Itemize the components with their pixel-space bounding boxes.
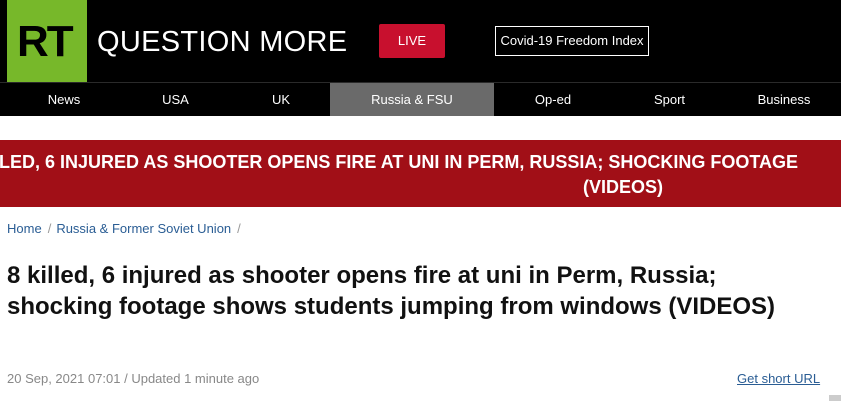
covid-freedom-index-button[interactable]: Covid-19 Freedom Index: [495, 26, 649, 56]
breaking-news-line-2: (VIDEOS): [583, 177, 664, 197]
breadcrumb-russia-link[interactable]: Russia & Former Soviet Union: [56, 221, 231, 236]
article-headline: 8 killed, 6 injured as shooter opens fir…: [7, 262, 776, 320]
nav-item-usa[interactable]: USA: [128, 83, 223, 116]
breadcrumb: Home / Russia & Former Soviet Union /: [7, 221, 246, 237]
rt-logo[interactable]: RT: [7, 0, 87, 82]
nav-item-uk[interactable]: UK: [223, 83, 339, 116]
breadcrumb-separator: /: [47, 221, 52, 236]
get-short-url-link[interactable]: Get short URL: [737, 371, 820, 387]
nav-item-business[interactable]: Business: [727, 83, 841, 116]
breaking-news-ticker[interactable]: LLED, 6 INJURED AS SHOOTER OPENS FIRE AT…: [0, 140, 841, 207]
nav-item-russia-fsu[interactable]: Russia & FSU: [330, 83, 494, 116]
main-navigation: News USA UK Russia & FSU Op-ed Sport Bus…: [0, 82, 841, 116]
article-date: 20 Sep, 2021 07:01 / Updated 1 minute ag…: [7, 371, 260, 386]
nav-item-op-ed[interactable]: Op-ed: [494, 83, 612, 116]
breaking-news-line-1: LLED, 6 INJURED AS SHOOTER OPENS FIRE AT…: [0, 152, 799, 172]
breadcrumb-separator: /: [237, 221, 241, 236]
site-tagline: QUESTION MORE: [97, 26, 348, 58]
breadcrumb-home-link[interactable]: Home: [7, 221, 42, 236]
site-header: RT QUESTION MORE LIVE Covid-19 Freedom I…: [0, 0, 841, 82]
live-button[interactable]: LIVE: [379, 24, 445, 58]
logo-text: RT: [17, 17, 74, 66]
nav-item-sport[interactable]: Sport: [612, 83, 727, 116]
scrollbar[interactable]: [829, 395, 841, 401]
nav-item-news[interactable]: News: [0, 83, 128, 116]
